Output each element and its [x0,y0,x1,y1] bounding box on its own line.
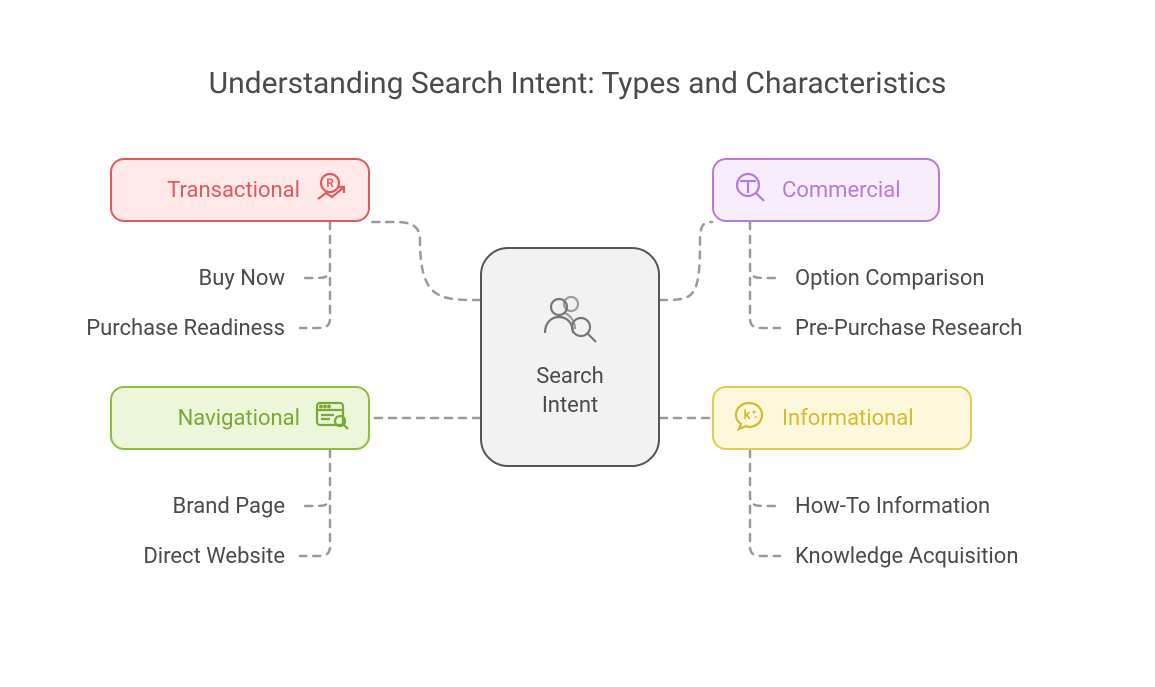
navigational-sub-1: Brand Page [173,494,285,519]
category-transactional: Transactional R [110,158,370,222]
registered-trend-icon: R [314,171,350,209]
people-search-icon [539,293,601,349]
svg-text:R: R [326,176,334,190]
diagram-title: Understanding Search Intent: Types and C… [0,66,1155,101]
transactional-sub-2: Purchase Readiness [86,316,285,341]
chat-k-icon: k [732,399,768,437]
center-node: Search Intent [480,247,660,467]
category-informational-label: Informational [782,406,914,431]
center-label: Search Intent [536,363,604,420]
category-commercial: Commercial [712,158,940,222]
category-commercial-label: Commercial [782,178,901,203]
browser-search-icon [314,399,350,437]
category-navigational: Navigational [110,386,370,450]
svg-text:k: k [744,408,752,423]
category-informational: k Informational [712,386,972,450]
category-navigational-label: Navigational [178,406,300,431]
transactional-sub-1: Buy Now [199,266,285,291]
informational-sub-1: How-To Information [795,494,990,519]
category-transactional-label: Transactional [167,178,300,203]
informational-sub-2: Knowledge Acquisition [795,544,1018,569]
commercial-sub-1: Option Comparison [795,266,985,291]
navigational-sub-2: Direct Website [143,544,285,569]
analyze-icon [732,171,768,209]
commercial-sub-2: Pre-Purchase Research [795,316,1022,341]
